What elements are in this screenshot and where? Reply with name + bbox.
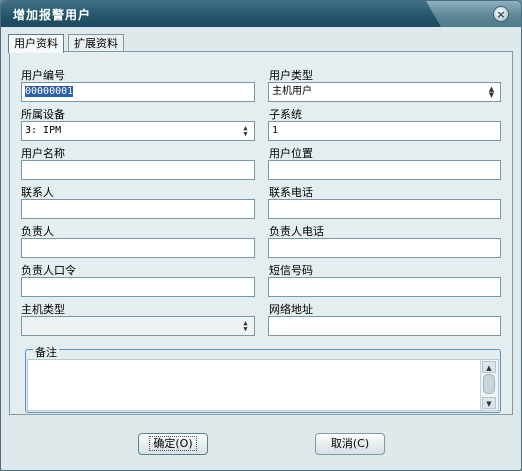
host-type-select[interactable]: ▲ ▼ (21, 316, 255, 336)
remarks-textarea[interactable]: ▲ ▼ (27, 359, 499, 411)
user-name-label: 用户名称 (21, 147, 65, 160)
network-address-input[interactable] (268, 316, 501, 336)
contact-phone-label: 联系电话 (269, 186, 313, 199)
user-type-value: 主机用户 (272, 86, 312, 97)
user-location-input[interactable] (268, 160, 501, 180)
cancel-button-label: 取消(C) (330, 437, 370, 450)
updown-arrow-icon: ▲ ▼ (243, 124, 248, 138)
manager-input[interactable] (21, 238, 255, 258)
device-value: 3: IPM (25, 125, 62, 136)
remarks-scrollbar[interactable]: ▲ ▼ (480, 360, 498, 410)
ok-button[interactable]: 确定(O) (138, 433, 208, 455)
ok-button-label: 确定(O) (149, 436, 197, 451)
tab-user-info[interactable]: 用户资料 (8, 34, 64, 53)
contact-input[interactable] (21, 199, 255, 219)
device-label: 所属设备 (21, 108, 65, 121)
cancel-button[interactable]: 取消(C) (315, 433, 385, 455)
user-name-input[interactable] (21, 160, 255, 180)
title-bar[interactable]: 增加报警用户 × (1, 1, 521, 27)
scroll-thumb[interactable] (483, 374, 495, 394)
subsystem-input[interactable]: 1 (268, 121, 501, 141)
host-type-label: 主机类型 (21, 303, 65, 316)
user-id-label: 用户编号 (21, 69, 65, 82)
manager-phone-label: 负责人电话 (269, 225, 324, 238)
scroll-down-icon[interactable]: ▼ (482, 397, 496, 409)
sms-number-label: 短信号码 (269, 264, 313, 277)
remarks-label: 备注 (33, 344, 59, 360)
user-id-input[interactable]: 00000001 (21, 82, 255, 102)
manager-label: 负责人 (21, 225, 54, 238)
sms-number-input[interactable] (268, 277, 501, 297)
subsystem-label: 子系统 (269, 108, 302, 121)
window-title: 增加报警用户 (13, 8, 92, 22)
manager-password-label: 负责人口令 (21, 264, 76, 277)
tab-extended-info[interactable]: 扩展资料 (68, 34, 124, 52)
user-type-label: 用户类型 (269, 69, 313, 82)
close-icon[interactable]: × (493, 6, 509, 22)
user-type-select[interactable]: 主机用户 ▲ ▼ (268, 82, 501, 102)
device-select[interactable]: 3: IPM ▲ ▼ (21, 121, 255, 141)
contact-label: 联系人 (21, 186, 54, 199)
manager-phone-input[interactable] (268, 238, 501, 258)
user-id-value: 00000001 (25, 86, 74, 97)
manager-password-input[interactable] (21, 277, 255, 297)
scroll-up-icon[interactable]: ▲ (482, 361, 496, 373)
network-address-label: 网络地址 (269, 303, 313, 316)
updown-arrow-icon: ▲ ▼ (243, 319, 248, 333)
contact-phone-input[interactable] (268, 199, 501, 219)
user-location-label: 用户位置 (269, 147, 313, 160)
updown-arrow-icon: ▲ ▼ (488, 85, 495, 99)
subsystem-value: 1 (272, 125, 279, 136)
add-alarm-user-dialog: 增加报警用户 × 用户资料 扩展资料 用户编号 00000001 用户类型 主机… (0, 0, 522, 471)
